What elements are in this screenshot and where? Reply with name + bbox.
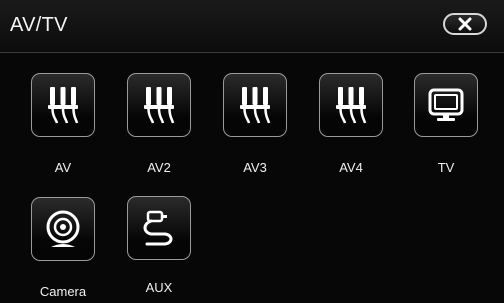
av3-button[interactable]: [223, 73, 287, 137]
rca-plugs-icon: [334, 85, 368, 125]
av2-label: AV2: [147, 160, 171, 175]
camera-button[interactable]: [31, 197, 95, 261]
aux-cable-icon: [139, 208, 179, 248]
av3-label: AV3: [243, 160, 267, 175]
close-x-icon: [458, 17, 472, 31]
av2-button[interactable]: [127, 73, 191, 137]
tv-button[interactable]: [414, 73, 478, 137]
header-bar: AV/TV: [0, 0, 504, 52]
rca-plugs-icon: [142, 85, 176, 125]
camera-label: Camera: [39, 284, 87, 299]
webcam-icon: [43, 209, 83, 249]
header-divider: [0, 52, 504, 53]
tv-label: TV: [437, 160, 455, 175]
aux-button[interactable]: [127, 196, 191, 260]
rca-plugs-icon: [238, 85, 272, 125]
tv-monitor-icon: [427, 87, 465, 123]
av4-label: AV4: [339, 160, 363, 175]
av-button[interactable]: [31, 73, 95, 137]
av-label: AV: [54, 160, 72, 175]
aux-label: AUX: [145, 280, 173, 295]
close-button[interactable]: [443, 13, 487, 35]
rca-plugs-icon: [46, 85, 80, 125]
page-title: AV/TV: [10, 14, 68, 36]
av4-button[interactable]: [319, 73, 383, 137]
